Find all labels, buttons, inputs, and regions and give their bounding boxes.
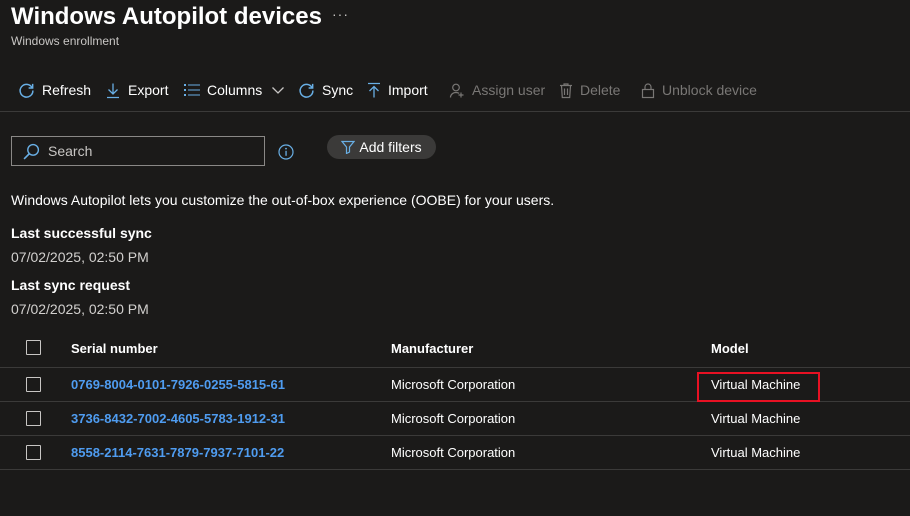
assign-user-label: Assign user <box>472 82 546 98</box>
column-header-model[interactable]: Model <box>711 341 749 356</box>
delete-label: Delete <box>580 82 621 98</box>
add-filters-button[interactable]: Add filters <box>327 135 436 159</box>
export-button[interactable]: Export <box>105 79 168 101</box>
columns-label: Columns <box>207 82 263 98</box>
import-label: Import <box>388 82 428 98</box>
column-header-serial-number[interactable]: Serial number <box>71 341 158 356</box>
search-box[interactable] <box>11 136 265 166</box>
trash-icon <box>560 82 572 98</box>
model-cell: Virtual Machine <box>711 377 801 392</box>
refresh-button[interactable]: Refresh <box>18 79 91 101</box>
refresh-icon <box>19 83 34 98</box>
sync-label: Sync <box>322 82 354 98</box>
add-filters-label: Add filters <box>359 139 422 155</box>
serial-number-link[interactable]: 8558-2114-7631-7879-7937-7101-22 <box>71 445 284 460</box>
filter-icon <box>341 140 356 154</box>
download-icon <box>107 83 119 98</box>
export-label: Export <box>128 82 169 98</box>
row-checkbox[interactable] <box>26 377 41 392</box>
description-text: Windows Autopilot lets you customize the… <box>11 192 555 208</box>
upload-icon <box>368 82 380 97</box>
assign-user-button[interactable]: Assign user <box>449 79 545 101</box>
select-all-checkbox[interactable] <box>26 340 41 355</box>
table-row[interactable]: 3736-8432-7002-4605-5783-1912-31 Microso… <box>0 402 910 436</box>
page-title: Windows Autopilot devices <box>11 3 322 30</box>
manufacturer-cell: Microsoft Corporation <box>391 411 516 426</box>
sync-icon <box>299 83 314 98</box>
command-bar: Refresh Export Columns Sync Import Assig… <box>0 73 910 112</box>
last-successful-sync-label: Last successful sync <box>11 225 152 241</box>
last-sync-request-value: 07/02/2025, 02:50 PM <box>11 301 149 317</box>
unblock-device-button[interactable]: Unblock device <box>641 79 757 101</box>
info-icon[interactable] <box>278 144 294 160</box>
delete-button[interactable]: Delete <box>559 79 620 101</box>
row-checkbox[interactable] <box>26 411 41 426</box>
row-checkbox[interactable] <box>26 445 41 460</box>
serial-number-link[interactable]: 3736-8432-7002-4605-5783-1912-31 <box>71 411 285 426</box>
table-header-row: Serial number Manufacturer Model <box>0 331 910 368</box>
serial-number-link[interactable]: 0769-8004-0101-7926-0255-5815-61 <box>71 377 285 392</box>
unblock-device-label: Unblock device <box>662 82 757 98</box>
search-input[interactable] <box>48 143 248 159</box>
last-successful-sync-value: 07/02/2025, 02:50 PM <box>11 249 149 265</box>
columns-button[interactable]: Columns <box>184 79 285 101</box>
manufacturer-cell: Microsoft Corporation <box>391 377 516 392</box>
more-options-button[interactable]: ··· <box>332 6 349 22</box>
lock-icon <box>641 82 655 98</box>
table-row[interactable]: 8558-2114-7631-7879-7937-7101-22 Microso… <box>0 436 910 470</box>
person-icon <box>449 83 464 98</box>
last-sync-request-label: Last sync request <box>11 277 131 293</box>
sync-button[interactable]: Sync <box>298 79 353 101</box>
devices-table: Serial number Manufacturer Model 0769-80… <box>0 331 910 470</box>
columns-icon <box>184 84 200 96</box>
refresh-label: Refresh <box>42 82 92 98</box>
chevron-down-icon <box>272 87 285 94</box>
page-subtitle: Windows enrollment <box>11 34 120 48</box>
manufacturer-cell: Microsoft Corporation <box>391 445 516 460</box>
model-cell: Virtual Machine <box>711 445 801 460</box>
import-button[interactable]: Import <box>367 79 428 101</box>
column-header-manufacturer[interactable]: Manufacturer <box>391 341 473 356</box>
search-icon <box>23 143 40 160</box>
table-row[interactable]: 0769-8004-0101-7926-0255-5815-61 Microso… <box>0 368 910 402</box>
model-cell: Virtual Machine <box>711 411 801 426</box>
